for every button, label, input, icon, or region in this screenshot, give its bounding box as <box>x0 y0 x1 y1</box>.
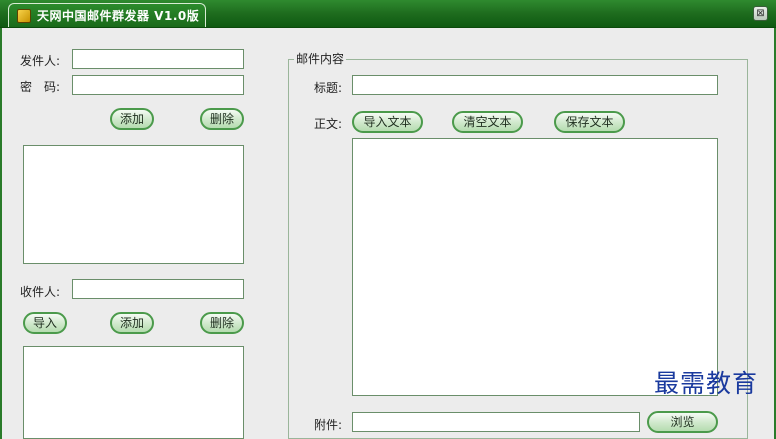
recipient-field[interactable] <box>72 279 244 299</box>
recipient-label: 收件人: <box>20 285 61 299</box>
title-bar: 天网中国邮件群发器 V1.0版 ⊠ <box>0 0 776 28</box>
sender-delete-button[interactable]: 删除 <box>200 108 244 130</box>
password-field[interactable] <box>72 75 244 95</box>
sender-label: 发件人: <box>20 54 61 68</box>
clear-text-button[interactable]: 清空文本 <box>452 111 523 133</box>
body-label: 正文: <box>314 117 343 131</box>
app-icon <box>17 8 31 23</box>
close-icon[interactable]: ⊠ <box>753 6 768 21</box>
attachment-field[interactable] <box>352 412 640 432</box>
password-label: 密 码: <box>20 80 61 94</box>
import-text-button[interactable]: 导入文本 <box>352 111 423 133</box>
browse-button[interactable]: 浏览 <box>647 411 718 433</box>
watermark-text: 最需教育 <box>654 369 759 398</box>
window-title: 天网中国邮件群发器 V1.0版 <box>37 9 200 23</box>
sender-add-button[interactable]: 添加 <box>110 108 154 130</box>
mail-content-title: 邮件内容 <box>294 50 347 67</box>
subject-field[interactable] <box>352 75 718 95</box>
subject-label: 标题: <box>314 81 343 95</box>
body-textarea[interactable] <box>352 138 718 396</box>
recipient-add-button[interactable]: 添加 <box>110 312 154 334</box>
title-tab: 天网中国邮件群发器 V1.0版 <box>8 3 206 27</box>
sender-list[interactable] <box>23 145 244 264</box>
recipient-delete-button[interactable]: 删除 <box>200 312 244 334</box>
save-text-button[interactable]: 保存文本 <box>554 111 625 133</box>
recipient-import-button[interactable]: 导入 <box>23 312 67 334</box>
attachment-label: 附件: <box>314 418 343 432</box>
recipient-list[interactable] <box>23 346 244 439</box>
sender-field[interactable] <box>72 49 244 69</box>
